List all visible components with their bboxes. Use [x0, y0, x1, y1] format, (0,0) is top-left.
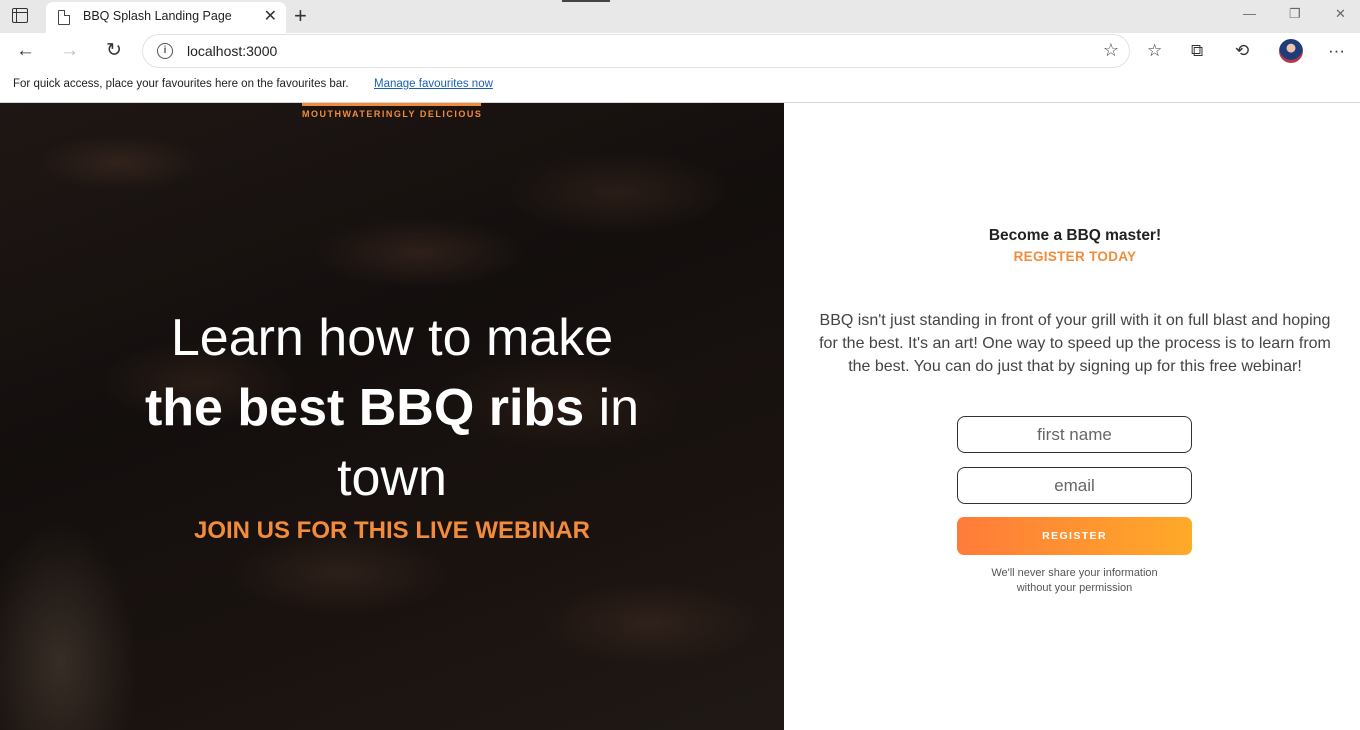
tab-title: BBQ Splash Landing Page — [83, 9, 232, 23]
site-info-icon[interactable]: i — [157, 43, 173, 59]
refresh-icon[interactable]: ↻ — [106, 40, 122, 62]
signup-description: BBQ isn't just standing in front of your… — [819, 312, 1331, 375]
browser-toolbar: ← → ↻ i localhost:3000 ☆ ☆ ⧉ ⟲ ··· — [0, 33, 1360, 71]
add-favourite-icon[interactable]: ☆ — [1103, 40, 1119, 61]
headline-bold-text: the best BBQ ribs — [144, 379, 585, 437]
url-text[interactable]: localhost:3000 — [187, 43, 277, 59]
register-button[interactable]: REGISTER — [957, 517, 1192, 555]
privacy-line-2: without your permission — [1016, 582, 1133, 594]
email-input[interactable] — [957, 467, 1192, 504]
first-name-input[interactable] — [957, 416, 1192, 453]
hero-headline: Learn how to make the best BBQ ribs in t… — [0, 303, 784, 513]
history-icon[interactable]: ⟲ — [1235, 41, 1249, 61]
privacy-note: We'll never share your information witho… — [957, 566, 1192, 596]
favourites-icon[interactable]: ☆ — [1147, 41, 1162, 61]
browser-tab-bar: BBQ Splash Landing Page ✕ + — ❐ ✕ — [0, 0, 1360, 33]
signup-panel: Become a BBQ master! REGISTER TODAY BBQ … — [784, 103, 1360, 730]
back-icon[interactable]: ← — [16, 40, 35, 62]
tab-actions-icon[interactable] — [12, 8, 28, 23]
address-bar[interactable]: i localhost:3000 ☆ — [143, 35, 1129, 67]
page-content: MOUTHWATERINGLY DELICIOUS Learn how to m… — [0, 103, 1360, 730]
tagline: MOUTHWATERINGLY DELICIOUS — [302, 109, 483, 119]
browser-tab[interactable]: BBQ Splash Landing Page ✕ — [46, 2, 286, 33]
minimize-icon[interactable]: — — [1243, 6, 1256, 21]
headline-line-3: town — [337, 449, 447, 507]
profile-avatar[interactable] — [1279, 39, 1303, 63]
register-today-text: REGISTER TODAY — [1013, 249, 1137, 264]
signup-title: Become a BBQ master! — [988, 227, 1162, 244]
collections-icon[interactable]: ⧉ — [1191, 41, 1203, 61]
page-favicon-icon — [58, 10, 70, 25]
favourites-bar: For quick access, place your favourites … — [0, 71, 1360, 103]
more-options-icon[interactable]: ··· — [1328, 41, 1345, 61]
hero-section: MOUTHWATERINGLY DELICIOUS Learn how to m… — [0, 103, 784, 730]
close-window-icon[interactable]: ✕ — [1335, 6, 1346, 22]
forward-icon[interactable]: → — [60, 40, 79, 62]
accent-bar — [302, 103, 481, 106]
manage-favourites-link[interactable]: Manage favourites now — [374, 78, 493, 90]
tab-indicator — [562, 0, 610, 2]
new-tab-icon[interactable]: + — [294, 3, 307, 29]
headline-after-bold: in — [584, 379, 640, 437]
headline-line-1: Learn how to make — [170, 309, 614, 367]
hero-subheadline: JOIN US FOR THIS LIVE WEBINAR — [193, 517, 591, 544]
restore-icon[interactable]: ❐ — [1289, 6, 1301, 22]
close-tab-icon[interactable]: ✕ — [264, 7, 277, 27]
favourites-bar-text: For quick access, place your favourites … — [13, 78, 349, 90]
privacy-line-1: We'll never share your information — [991, 567, 1158, 579]
